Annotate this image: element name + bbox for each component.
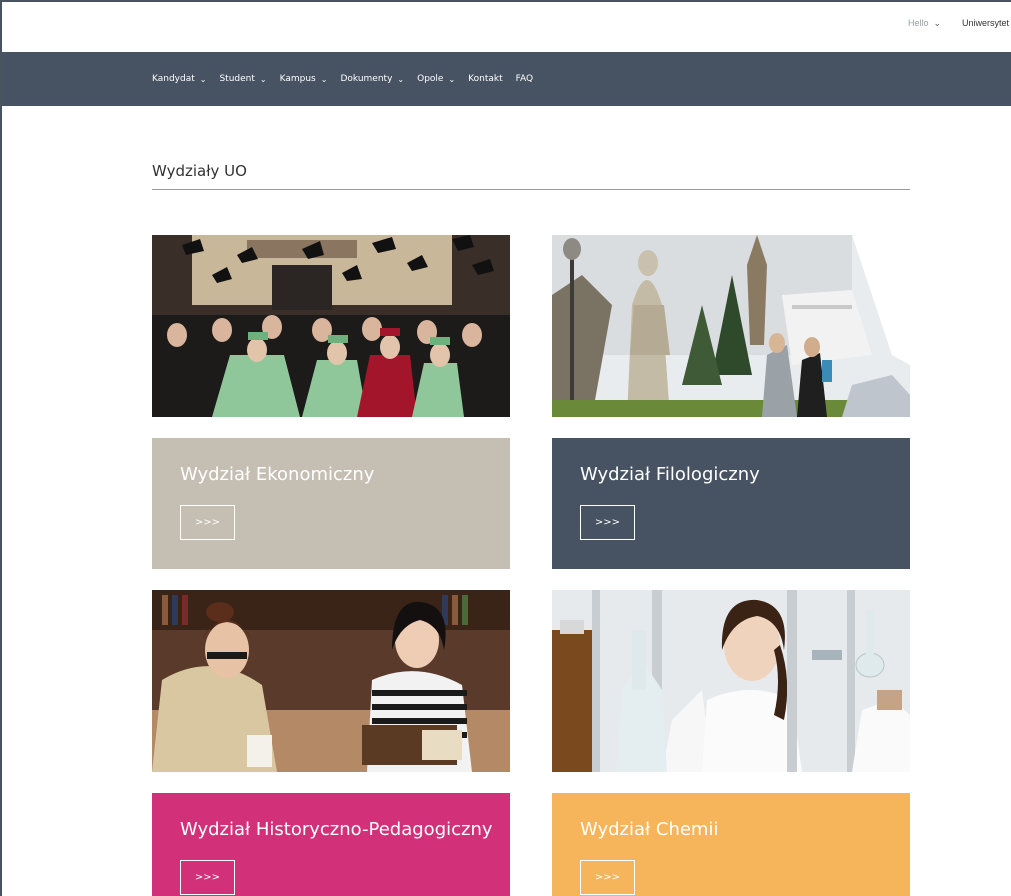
nav-item-kontakt[interactable]: Kontakt bbox=[468, 74, 502, 84]
nav-item-kampus[interactable]: Kampus ⌄ bbox=[280, 74, 328, 84]
nav-item-dokumenty[interactable]: Dokumenty ⌄ bbox=[340, 74, 404, 84]
nav-item-label: Kandydat bbox=[152, 74, 195, 84]
faculty-more-button[interactable]: >>> bbox=[580, 505, 635, 540]
faculty-card-ekonomiczny: Wydział Ekonomiczny >>> bbox=[152, 438, 510, 569]
top-utility-bar: Hello ⌄ Uniwersytet bbox=[2, 2, 1011, 52]
nav-menu: Kandydat ⌄ Student ⌄ Kampus ⌄ Dokumenty ⌄ Op… bbox=[152, 52, 546, 106]
nav-item-label: Dokumenty bbox=[340, 74, 393, 84]
faculty-name: Wydział Chemii bbox=[580, 819, 719, 840]
nav-item-label: Kampus bbox=[279, 74, 316, 84]
faculty-card-filologiczny: Wydział Filologiczny >>> bbox=[552, 438, 910, 569]
nav-item-label: Student bbox=[219, 74, 255, 84]
page-title: Wydziały UO bbox=[152, 162, 247, 180]
title-divider bbox=[152, 189, 910, 190]
university-link[interactable]: Uniwersytet bbox=[962, 18, 1009, 28]
faculty-more-button[interactable]: >>> bbox=[180, 505, 235, 540]
nav-item-kandydat[interactable]: Kandydat ⌄ bbox=[152, 74, 206, 84]
hello-user-menu[interactable]: Hello ⌄ bbox=[908, 18, 941, 29]
nav-item-label: Opole bbox=[417, 74, 444, 84]
faculty-more-button[interactable]: >>> bbox=[180, 860, 235, 895]
chevron-down-icon: ⌄ bbox=[933, 18, 942, 28]
nav-item-label: Kontakt bbox=[468, 74, 503, 84]
statue-campus-photo[interactable] bbox=[552, 235, 910, 417]
chevron-down-icon: ⌄ bbox=[259, 74, 267, 84]
main-navbar: Kandydat ⌄ Student ⌄ Kampus ⌄ Dokumenty ⌄ Op… bbox=[2, 52, 1011, 106]
nav-item-label: FAQ bbox=[515, 74, 534, 84]
graduation-ceremony-photo[interactable] bbox=[152, 235, 510, 417]
browser-frame: Hello ⌄ Uniwersytet Kandydat ⌄ Student ⌄ Ka… bbox=[0, 0, 1011, 896]
faculty-more-button[interactable]: >>> bbox=[580, 860, 635, 895]
faculty-name: Wydział Filologiczny bbox=[580, 464, 760, 485]
chemistry-lab-photo[interactable] bbox=[552, 590, 910, 772]
chevron-down-icon: ⌄ bbox=[320, 74, 328, 84]
faculty-name: Wydział Ekonomiczny bbox=[180, 464, 375, 485]
nav-item-faq[interactable]: FAQ bbox=[516, 74, 533, 84]
faculty-name: Wydział Historyczno-Pedagogiczny bbox=[180, 819, 493, 840]
faculty-card-chemii: Wydział Chemii >>> bbox=[552, 793, 910, 896]
chevron-down-icon: ⌄ bbox=[448, 74, 456, 84]
hello-label: Hello bbox=[908, 18, 929, 28]
chevron-down-icon: ⌄ bbox=[397, 74, 405, 84]
chevron-down-icon: ⌄ bbox=[199, 74, 207, 84]
nav-item-student[interactable]: Student ⌄ bbox=[219, 74, 266, 84]
nav-item-opole[interactable]: Opole ⌄ bbox=[417, 74, 455, 84]
faculty-card-historyczno-pedagogiczny: Wydział Historyczno-Pedagogiczny >>> bbox=[152, 793, 510, 896]
students-reading-library-photo[interactable] bbox=[152, 590, 510, 772]
